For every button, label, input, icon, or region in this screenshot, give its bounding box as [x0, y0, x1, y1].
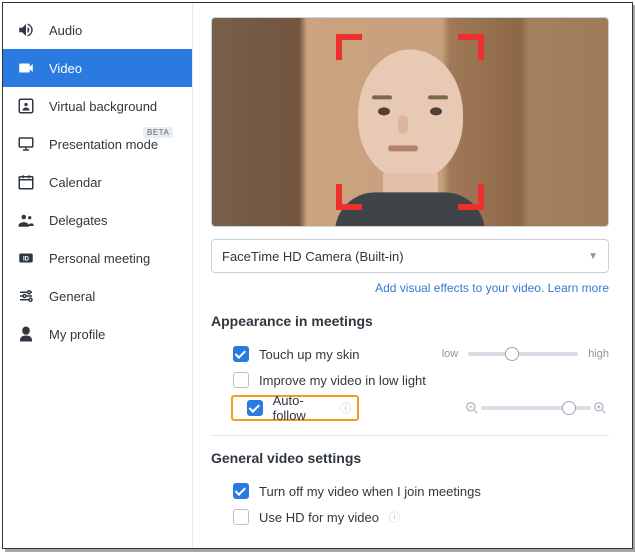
- section-title-general: General video settings: [211, 450, 614, 466]
- sidebar-item-calendar[interactable]: Calendar: [3, 163, 192, 201]
- divider: [211, 435, 609, 436]
- sidebar-item-label: Presentation mode: [49, 137, 158, 152]
- sidebar-item-personal-meeting[interactable]: ID Personal meeting: [3, 239, 192, 277]
- sidebar-item-my-profile[interactable]: My profile: [3, 315, 192, 353]
- label-low-light: Improve my video in low light: [259, 373, 426, 388]
- sidebar-item-label: Calendar: [49, 175, 102, 190]
- visual-effects-link[interactable]: Add visual effects to your video. Learn …: [375, 281, 609, 295]
- face-track-corner: [336, 34, 362, 60]
- camera-select-value: FaceTime HD Camera (Built-in): [222, 249, 404, 264]
- label-auto-follow: Auto-follow: [273, 393, 330, 423]
- zoom-slider[interactable]: [481, 406, 591, 410]
- delegates-icon: [17, 211, 35, 229]
- face-track-corner: [458, 184, 484, 210]
- sidebar-item-label: Virtual background: [49, 99, 157, 114]
- settings-sidebar: Audio Video Virtual background Presentat…: [3, 3, 193, 548]
- profile-icon: [17, 325, 35, 343]
- face-track-corner: [458, 34, 484, 60]
- label-use-hd: Use HD for my video: [259, 510, 379, 525]
- chevron-down-icon: ▼: [588, 251, 598, 262]
- info-icon: ⓘ: [389, 509, 400, 525]
- checkbox-auto-follow[interactable]: [247, 400, 263, 416]
- svg-text:ID: ID: [23, 256, 30, 262]
- video-preview: [211, 17, 609, 227]
- settings-icon: [17, 287, 35, 305]
- volume-icon: [17, 21, 35, 39]
- label-touch-up: Touch up my skin: [259, 347, 359, 362]
- sidebar-item-label: Personal meeting: [49, 251, 150, 266]
- checkbox-low-light[interactable]: [233, 372, 249, 388]
- presentation-icon: [17, 135, 35, 153]
- sidebar-item-label: Audio: [49, 23, 82, 38]
- virtual-bg-icon: [17, 97, 35, 115]
- sidebar-item-video[interactable]: Video: [3, 49, 192, 87]
- sidebar-item-general[interactable]: General: [3, 277, 192, 315]
- checkbox-use-hd[interactable]: [233, 509, 249, 525]
- beta-badge: BETA: [143, 127, 173, 138]
- section-title-appearance: Appearance in meetings: [211, 313, 614, 329]
- settings-content: FaceTime HD Camera (Built-in) ▼ Add visu…: [193, 3, 632, 548]
- sidebar-item-label: Video: [49, 61, 82, 76]
- zoom-out-button[interactable]: [463, 399, 481, 417]
- sidebar-item-label: Delegates: [49, 213, 108, 228]
- slider-high-label: high: [588, 348, 609, 360]
- checkbox-touch-up[interactable]: [233, 346, 249, 362]
- slider-low-label: low: [442, 348, 459, 360]
- sidebar-item-delegates[interactable]: Delegates: [3, 201, 192, 239]
- sidebar-item-presentation-mode[interactable]: Presentation mode BETA: [3, 125, 192, 163]
- id-icon: ID: [17, 249, 35, 267]
- info-icon: ⓘ: [340, 400, 351, 416]
- face-placeholder: [350, 49, 470, 214]
- auto-follow-highlight: Auto-follow ⓘ: [231, 395, 359, 421]
- sidebar-item-audio[interactable]: Audio: [3, 11, 192, 49]
- touch-up-slider[interactable]: [468, 352, 578, 356]
- video-icon: [17, 59, 35, 77]
- checkbox-turn-off-video[interactable]: [233, 483, 249, 499]
- sidebar-item-label: General: [49, 289, 95, 304]
- label-turn-off: Turn off my video when I join meetings: [259, 484, 481, 499]
- camera-select[interactable]: FaceTime HD Camera (Built-in) ▼: [211, 239, 609, 273]
- sidebar-item-virtual-background[interactable]: Virtual background: [3, 87, 192, 125]
- face-track-corner: [336, 184, 362, 210]
- zoom-in-button[interactable]: [591, 399, 609, 417]
- calendar-icon: [17, 173, 35, 191]
- sidebar-item-label: My profile: [49, 327, 105, 342]
